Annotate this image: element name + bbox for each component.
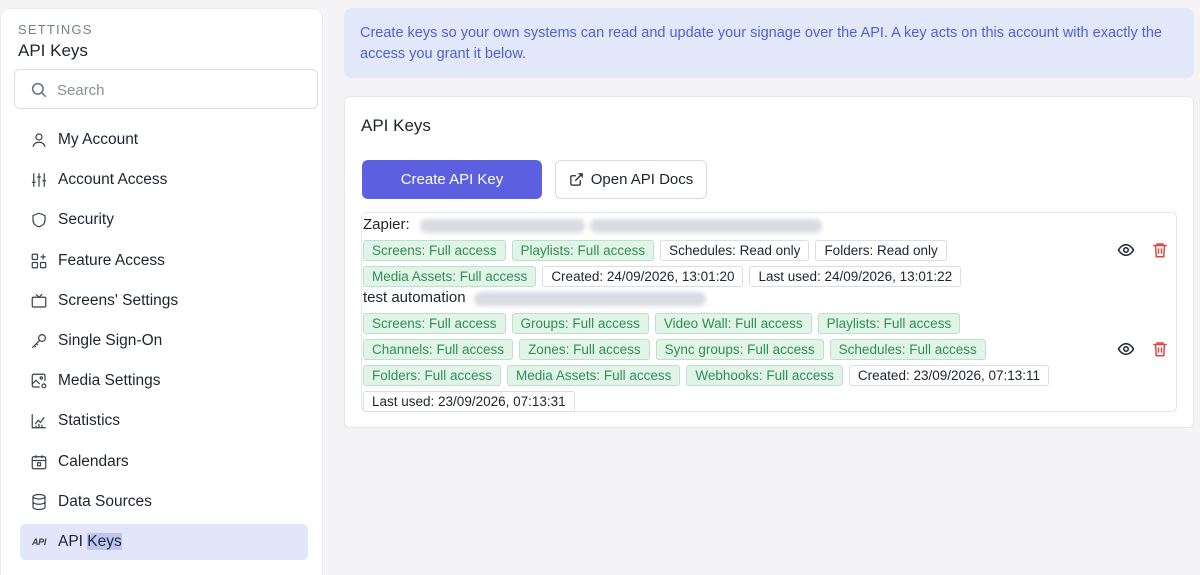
- created-badge: Created: 23/09/2026, 07:13:11: [848, 365, 1050, 386]
- sidebar-item-my-account[interactable]: My Account: [20, 122, 308, 158]
- api-icon: API: [31, 536, 47, 547]
- permission-tag: Screens: Full access: [363, 313, 506, 334]
- created-badge: Created: 24/09/2026, 13:01:20: [542, 266, 744, 287]
- sidebar-item-label: Calendars: [58, 452, 129, 470]
- tag-row: Screens: Full access Groups: Full access…: [363, 313, 1113, 335]
- sidebar-title: API Keys: [18, 41, 88, 60]
- external-link-icon: [569, 173, 583, 186]
- delete-icon[interactable]: [1151, 340, 1169, 358]
- permission-tag: Folders: Read only: [815, 240, 947, 261]
- delete-icon[interactable]: [1151, 241, 1169, 259]
- permission-tag: Playlists: Full access: [511, 240, 655, 261]
- info-banner: Create keys so your own systems can read…: [344, 8, 1194, 78]
- permission-tag: Schedules: Read only: [660, 240, 810, 261]
- sidebar-item-label: Statistics: [58, 412, 121, 430]
- permission-tag: Zones: Full access: [519, 339, 650, 360]
- database-icon: [30, 493, 48, 511]
- sidebar-item-feature-access[interactable]: Feature Access: [20, 243, 308, 279]
- tag-row: Last used: 23/09/2026, 07:13:31: [363, 391, 1113, 413]
- sidebar-item-account-access[interactable]: Account Access: [20, 162, 308, 198]
- key-name: Zapier:: [363, 216, 410, 233]
- image-settings-icon: [30, 372, 48, 390]
- permission-tag: Schedules: Full access: [829, 339, 986, 360]
- permission-tag: Video Wall: Full access: [654, 313, 812, 334]
- button-label: Open API Docs: [590, 171, 694, 188]
- permission-tag: Groups: Full access: [511, 313, 649, 334]
- sidebar-item-label: Feature Access: [58, 251, 165, 269]
- create-api-key-button[interactable]: Create API Key: [362, 160, 542, 199]
- sidebar-item-api-keys[interactable]: API API Keys: [20, 523, 308, 560]
- key-icon: [30, 332, 48, 350]
- permission-tag: Folders: Full access: [363, 365, 502, 386]
- permission-tag: Channels: Full access: [363, 339, 514, 360]
- key-name: test automation: [363, 289, 466, 306]
- search-icon: [31, 82, 47, 98]
- selected-text: Keys: [87, 532, 122, 550]
- sidebar-item-label: API Keys: [58, 532, 122, 551]
- permission-tag: Webhooks: Full access: [686, 365, 843, 386]
- redacted-value: [590, 219, 822, 233]
- chart-icon: [30, 412, 48, 430]
- sidebar-item-media-settings[interactable]: Media Settings: [20, 363, 308, 399]
- settings-sidebar: SETTINGS API Keys My Account Account Acc…: [0, 8, 323, 575]
- sidebar-item-label: Screens' Settings: [58, 291, 179, 309]
- tag-row: Media Assets: Full access Created: 24/09…: [363, 266, 1113, 288]
- permission-tag: Screens: Full access: [363, 240, 506, 261]
- view-icon[interactable]: [1117, 340, 1135, 358]
- sidebar-item-label: My Account: [58, 131, 139, 148]
- label-part: API: [58, 532, 88, 550]
- tag-row: Folders: Full access Media Assets: Full …: [363, 365, 1113, 387]
- sidebar-nav: My Account Account Access Security Featu…: [20, 122, 308, 564]
- sidebar-overline: SETTINGS: [18, 22, 93, 37]
- sidebar-item-security[interactable]: Security: [20, 202, 308, 238]
- permission-tag: Media Assets: Full access: [507, 365, 681, 386]
- sidebar-item-label: Security: [58, 211, 114, 229]
- view-icon[interactable]: [1117, 241, 1135, 259]
- tag-row: Channels: Full access Zones: Full access…: [363, 339, 1113, 361]
- sidebar-item-statistics[interactable]: Statistics: [20, 403, 308, 439]
- shield-icon: [30, 211, 48, 229]
- sidebar-item-calendars[interactable]: Calendars: [20, 444, 308, 480]
- last-used-badge: Last used: 23/09/2026, 07:13:31: [363, 391, 575, 412]
- sidebar-item-label: Account Access: [58, 171, 168, 189]
- tv-icon: [30, 292, 48, 310]
- permission-tag: Media Assets: Full access: [363, 266, 537, 287]
- search-input[interactable]: [57, 78, 307, 102]
- redacted-value: [474, 292, 706, 306]
- api-keys-list: Zapier: Screens: Full access Playlists: …: [361, 212, 1177, 412]
- sliders-icon: [30, 171, 48, 189]
- sidebar-item-label: Media Settings: [58, 372, 161, 390]
- search-box[interactable]: [14, 69, 318, 109]
- user-icon: [30, 131, 48, 149]
- tag-row: Screens: Full access Playlists: Full acc…: [363, 240, 1113, 262]
- sidebar-item-single-sign-on[interactable]: Single Sign-On: [20, 323, 308, 359]
- calendar-icon: [30, 453, 48, 471]
- sidebar-item-label: Single Sign-On: [58, 331, 163, 349]
- sidebar-item-screens-settings[interactable]: Screens' Settings: [20, 283, 308, 319]
- last-used-badge: Last used: 24/09/2026, 13:01:22: [749, 266, 962, 287]
- sidebar-item-label: Data Sources: [58, 492, 152, 510]
- open-api-docs-button[interactable]: Open API Docs: [555, 160, 707, 199]
- permission-tag: Playlists: Full access: [817, 313, 961, 334]
- key-permissions: Screens: Full access Groups: Full access…: [363, 313, 1113, 417]
- key-permissions: Screens: Full access Playlists: Full acc…: [363, 240, 1113, 292]
- sidebar-item-data-sources[interactable]: Data Sources: [20, 484, 308, 520]
- api-keys-card: API Keys Create API Key Open API Docs Za…: [344, 96, 1194, 428]
- grid-plus-icon: [30, 252, 48, 270]
- card-title: API Keys: [361, 116, 431, 135]
- redacted-value: [420, 219, 585, 233]
- permission-tag: Sync groups: Full access: [655, 339, 824, 360]
